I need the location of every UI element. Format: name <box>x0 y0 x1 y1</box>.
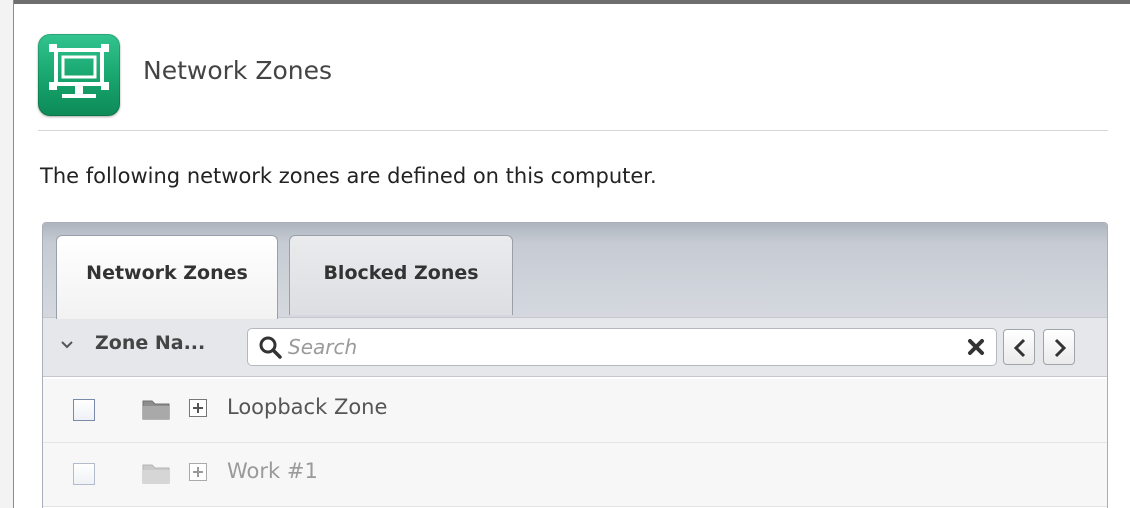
chevron-right-icon <box>1054 338 1067 358</box>
expand-icon[interactable] <box>189 463 207 481</box>
tab-strip: Network Zones Blocked Zones <box>43 223 1107 319</box>
search-input[interactable] <box>288 333 948 361</box>
zones-panel: Network Zones Blocked Zones Zone Na... S… <box>42 222 1108 508</box>
list-item[interactable]: Work #1 <box>43 443 1107 507</box>
row-checkbox[interactable] <box>73 463 95 485</box>
search-icon <box>258 335 282 363</box>
previous-button[interactable] <box>1003 329 1035 365</box>
expand-icon[interactable] <box>189 399 207 417</box>
list-item[interactable]: Loopback Zone <box>43 379 1107 443</box>
zone-name-column-header[interactable]: Zone Na... <box>95 332 205 354</box>
chevron-down-icon[interactable] <box>61 338 73 354</box>
row-label: Work #1 <box>227 459 318 483</box>
row-label: Loopback Zone <box>227 395 388 419</box>
tab-network-zones[interactable]: Network Zones <box>56 235 278 319</box>
tab-blocked-zones-label: Blocked Zones <box>323 262 479 284</box>
page-description: The following network zones are defined … <box>40 164 657 188</box>
close-icon[interactable] <box>966 337 986 361</box>
window-top-border <box>0 0 1130 4</box>
row-checkbox[interactable] <box>73 399 95 421</box>
tab-network-zones-label: Network Zones <box>86 262 248 284</box>
search-box <box>247 328 997 366</box>
tab-blocked-zones[interactable]: Blocked Zones <box>289 235 513 315</box>
page-title: Network Zones <box>143 56 333 85</box>
folder-icon <box>141 397 171 425</box>
title-divider <box>38 130 1108 131</box>
folder-icon <box>141 461 171 489</box>
chevron-left-icon <box>1013 338 1026 358</box>
window-left-border <box>0 0 14 508</box>
list-toolbar: Zone Na... <box>43 317 1107 377</box>
network-zones-icon <box>38 34 120 116</box>
next-button[interactable] <box>1043 329 1075 365</box>
